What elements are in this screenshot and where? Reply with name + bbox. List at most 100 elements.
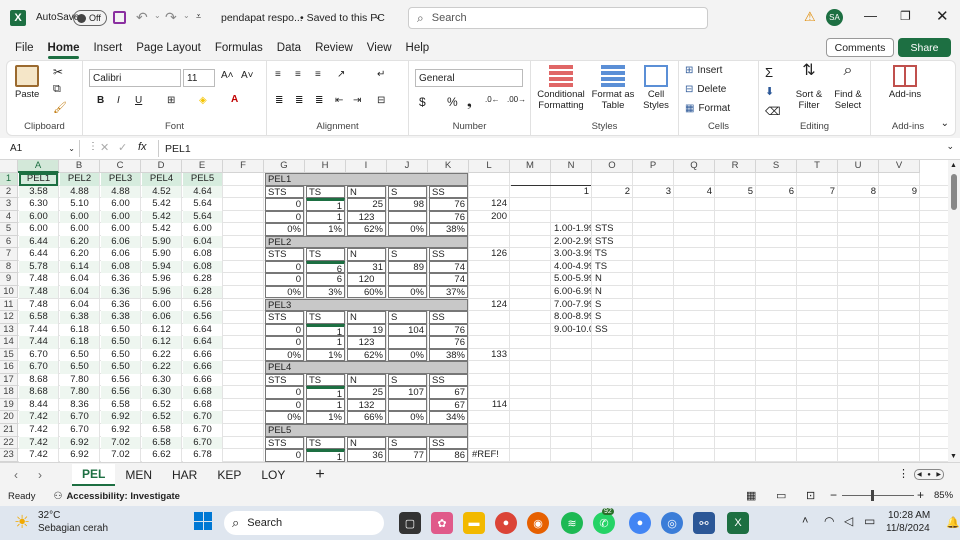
sum-cell[interactable] [388,398,427,412]
data-cell[interactable]: 6.44 [19,248,58,261]
undo-dropdown-icon[interactable]: ⌄ [154,11,161,20]
data-cell[interactable]: 6.38 [60,311,99,324]
column-header[interactable]: U [838,160,879,173]
share-button[interactable]: Share [898,38,951,57]
sum-cell[interactable]: 1 [306,336,345,349]
category-label[interactable]: S [388,248,427,261]
data-cell[interactable]: 6.64 [183,336,222,349]
data-cell[interactable]: 6.14 [60,260,99,274]
percent-cell[interactable]: 38% [429,348,468,362]
scale-number[interactable]: 8 [839,186,878,199]
format-cells-button[interactable]: ▦ Format [685,103,730,114]
data-cell[interactable]: 8.68 [19,373,58,387]
scale-number[interactable]: 5 [716,186,755,199]
count-cell[interactable]: 6 [306,260,345,274]
percent-cell[interactable]: 3% [306,285,345,299]
category-label[interactable]: STS [265,185,304,199]
data-cell[interactable]: 7.80 [60,373,99,387]
data-cell[interactable]: 6.52 [142,398,181,412]
range-category[interactable]: TS [593,261,632,274]
collapse-ribbon-icon[interactable]: ⌄ [941,118,949,129]
sum-cell[interactable]: 123 [347,336,386,349]
zoom-in-icon[interactable]: + [917,488,924,502]
table-header[interactable]: PEL4 [142,173,181,186]
data-cell[interactable]: 6.56 [183,311,222,324]
font-name-select[interactable]: Calibri [89,69,181,87]
data-cell[interactable]: 6.70 [183,424,222,437]
undo-icon[interactable]: ↶ [136,9,148,26]
category-label[interactable]: STS [265,373,304,387]
italic-icon[interactable]: I [117,95,120,106]
count-cell[interactable]: 86 [429,449,468,462]
borders-icon[interactable]: ⊞ [167,95,175,106]
row-header[interactable]: 5 [0,223,18,236]
percent-cell[interactable]: 0% [265,348,304,362]
align-bottom-icon[interactable]: ≡ [315,69,321,80]
data-cell[interactable]: 6.00 [183,223,222,236]
data-cell[interactable]: 6.92 [101,424,140,437]
column-header[interactable]: P [633,160,674,173]
range-category[interactable]: TS [593,248,632,261]
percent-cell[interactable]: 62% [347,348,386,362]
data-cell[interactable]: 6.58 [142,436,181,450]
sum-cell[interactable]: 123 [347,210,386,224]
column-header[interactable]: H [305,160,346,173]
percent-icon[interactable]: % [447,95,458,109]
zoom-slider-thumb[interactable] [871,490,874,501]
data-cell[interactable]: 5.96 [142,285,181,299]
percent-cell[interactable]: 0% [265,223,304,236]
range-category[interactable]: N [593,273,632,286]
data-cell[interactable]: 6.52 [142,411,181,424]
delete-cells-button[interactable]: ⊟ Delete [685,84,726,95]
file-explorer-icon[interactable]: ▬ [463,512,485,534]
fill-color-icon[interactable]: ◈ [199,95,207,106]
sheet-tab-har[interactable]: HAR [162,464,207,486]
decrease-decimal-icon[interactable]: .00→ [507,95,526,104]
sheet-tab-kep[interactable]: KEP [207,464,251,486]
column-header[interactable]: T [797,160,838,173]
page-break-view-icon[interactable]: ⊡ [806,489,815,502]
column-header[interactable]: V [879,160,920,173]
data-cell[interactable]: 6.28 [183,273,222,286]
font-size-select[interactable]: 11 [183,69,215,87]
tab-formulas[interactable]: Formulas [208,36,270,60]
column-header[interactable]: O [592,160,633,173]
sum-cell[interactable]: 0 [265,398,304,412]
column-header[interactable]: R [715,160,756,173]
increase-font-icon[interactable]: A˄ [221,70,234,81]
category-label[interactable]: STS [265,436,304,450]
count-cell[interactable]: 77 [388,449,427,462]
sum-cell[interactable]: 0 [265,210,304,224]
data-cell[interactable]: 7.48 [19,285,58,299]
data-cell[interactable]: 4.64 [183,185,222,199]
redo-icon[interactable]: ↷ [165,9,177,26]
range-label[interactable]: 9.00-10.00 [552,324,591,337]
align-middle-icon[interactable]: ≡ [295,69,301,80]
increase-indent-icon[interactable]: ⇥ [353,95,361,106]
merge-center-icon[interactable]: ⊟ [377,95,385,106]
row-header[interactable]: 12 [0,311,18,324]
column-header[interactable]: N [551,160,592,173]
orientation-icon[interactable]: ↗ [337,69,345,80]
scale-number[interactable]: 4 [675,186,714,199]
category-label[interactable]: S [388,436,427,450]
percent-cell[interactable]: 37% [429,285,468,299]
count-cell[interactable]: 76 [429,198,468,211]
category-label[interactable]: SS [429,373,468,387]
scale-number[interactable]: 7 [798,186,837,199]
number-format-select[interactable]: General [415,69,523,87]
worksheet-grid[interactable]: A B C D E F G H I J K L M N O P Q R S T U V 1 2 3 4 5 6 7 8 9 10 11 12 13 1… [0,160,948,462]
zoom-slider[interactable] [842,495,914,496]
sum-cell[interactable]: 76 [429,210,468,224]
row-header[interactable]: 17 [0,373,18,387]
block-title[interactable]: PEL3 [265,298,468,311]
data-cell[interactable]: 8.36 [60,398,99,412]
data-cell[interactable]: 6.00 [101,210,140,224]
count-cell[interactable]: 0 [265,386,304,399]
count-cell[interactable]: 31 [347,260,386,274]
sheet-tab-pel[interactable]: PEL [72,463,116,486]
scale-number[interactable]: 9 [880,186,919,199]
restore-icon[interactable]: ❐ [900,9,911,23]
tab-data[interactable]: Data [270,36,308,60]
column-header[interactable]: D [141,160,182,173]
